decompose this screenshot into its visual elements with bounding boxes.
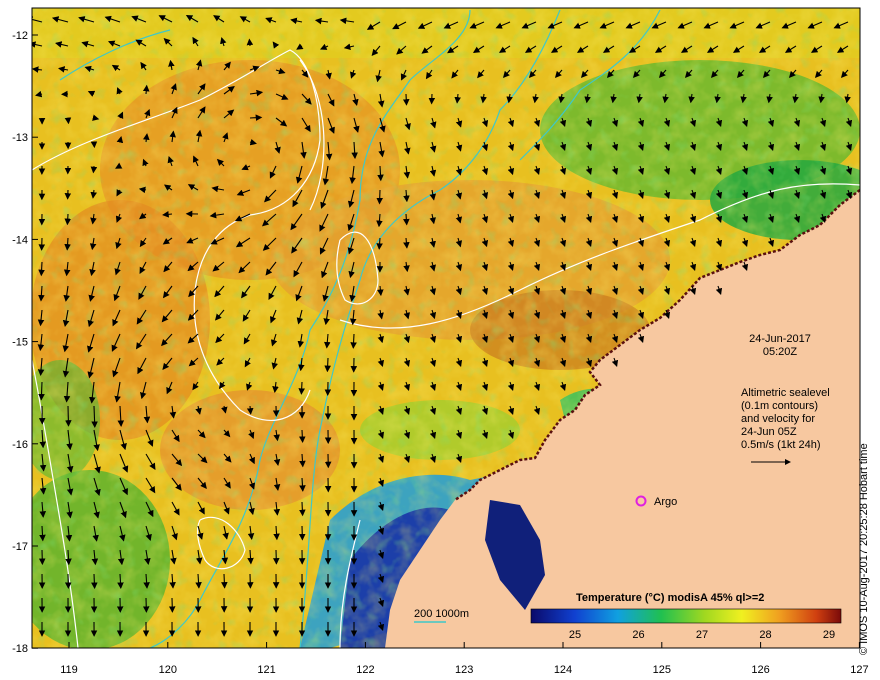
lat-tick-label: -16 — [12, 439, 28, 451]
colorbar — [530, 608, 842, 624]
colorbar-tick-label: 27 — [696, 629, 708, 641]
velocity-arrow — [38, 381, 45, 401]
lat-tick-label: -14 — [12, 234, 28, 246]
velocity-arrow — [64, 213, 72, 226]
lat-tick-label: -15 — [12, 337, 28, 349]
colorbar-tick-label: 28 — [759, 629, 771, 641]
lon-tick-label: 125 — [653, 664, 671, 676]
colorbar-tick-label: 29 — [823, 629, 835, 641]
velocity-arrow — [142, 84, 150, 95]
lon-tick-label: 124 — [554, 664, 572, 676]
velocity-arrow — [249, 114, 263, 121]
velocity-arrow — [403, 213, 410, 226]
date-stamp: 24-Jun-2017 05:20Z — [740, 333, 820, 359]
legend-line-2: (0.1m contours) — [741, 400, 819, 412]
legend-line-4: 24-Jun 05Z — [741, 426, 797, 438]
velocity-arrow — [64, 117, 72, 125]
velocity-arrow — [350, 333, 357, 349]
velocity-arrow — [65, 405, 72, 427]
argo-label: Argo — [654, 496, 677, 508]
credit-text: © IMOS 10-Aug-2017 20:25:28 Hobart time — [858, 443, 870, 655]
velocity-arrow — [90, 165, 98, 174]
velocity-arrow — [91, 573, 98, 590]
altimetry-legend: Altimetric sealevel (0.1m contours) and … — [741, 387, 851, 452]
lon-tick-label: 123 — [455, 664, 473, 676]
lon-tick-label: 120 — [159, 664, 177, 676]
velocity-arrow — [402, 93, 410, 106]
bathy-legend-label: 200 1000m — [414, 608, 469, 620]
legend-line-5: 0.5m/s (1kt 24h) — [741, 439, 821, 451]
velocity-arrow — [299, 429, 306, 443]
colorbar-title: Temperature (°C) modisA 45% ql>=2 — [576, 592, 764, 604]
lon-tick-label: 119 — [60, 664, 78, 676]
velocity-arrow — [298, 381, 305, 395]
lat-tick-label: -18 — [12, 643, 28, 655]
velocity-arrow — [246, 405, 254, 415]
velocity-arrow — [38, 261, 45, 277]
velocity-arrow — [246, 38, 254, 47]
lon-tick-label: 127 — [850, 664, 868, 676]
legend-line-3: and velocity for — [741, 413, 815, 425]
velocity-arrow — [221, 573, 228, 589]
lat-tick-label: -12 — [12, 30, 28, 42]
legend-line-1: Altimetric sealevel — [741, 387, 830, 399]
time-text: 05:20Z — [762, 346, 798, 358]
velocity-arrow — [324, 357, 331, 373]
lat-tick-label: -17 — [12, 541, 28, 553]
lon-tick-label: 126 — [751, 664, 769, 676]
colorbar-tick-label: 26 — [632, 629, 644, 641]
velocity-arrow — [299, 501, 306, 517]
date-text: 24-Jun-2017 — [749, 333, 811, 345]
colorbar-tick-label: 25 — [569, 629, 581, 641]
velocity-arrow — [376, 189, 384, 205]
lat-tick-label: -13 — [12, 132, 28, 144]
lon-tick-label: 122 — [356, 664, 374, 676]
lon-tick-label: 121 — [257, 664, 275, 676]
